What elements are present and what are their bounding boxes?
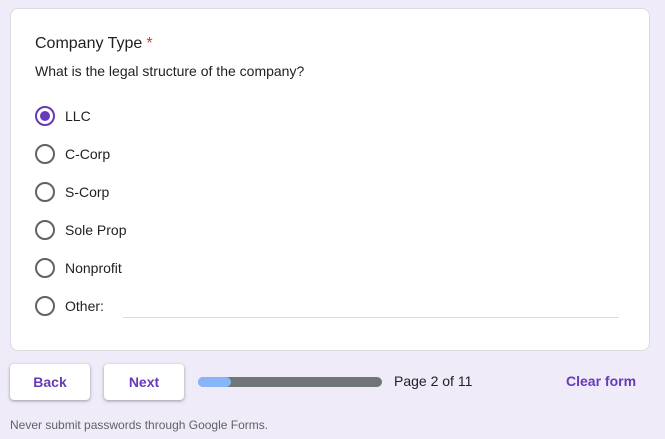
option-label: Other:: [65, 298, 104, 314]
progress-bar: [198, 377, 382, 387]
question-card: Company Type * What is the legal structur…: [10, 8, 650, 351]
radio-other[interactable]: [35, 296, 55, 316]
clear-form-button[interactable]: Clear form: [566, 373, 636, 389]
question-title-text: Company Type: [35, 35, 143, 52]
radio-llc[interactable]: [35, 106, 55, 126]
radio-s-corp[interactable]: [35, 182, 55, 202]
radio-selected-dot: [40, 111, 50, 121]
option-label: S-Corp: [65, 184, 110, 200]
option-label: Nonprofit: [65, 260, 122, 276]
option-llc[interactable]: LLC: [35, 104, 91, 128]
next-button[interactable]: Next: [104, 364, 184, 400]
option-nonprofit[interactable]: Nonprofit: [35, 256, 122, 280]
other-text-input[interactable]: [123, 317, 619, 318]
option-s-corp[interactable]: S-Corp: [35, 180, 109, 204]
question-description: What is the legal structure of the compa…: [35, 63, 305, 79]
option-label: Sole Prop: [65, 222, 127, 238]
option-other[interactable]: Other:: [35, 294, 104, 318]
option-label: C-Corp: [65, 146, 111, 162]
page-indicator: Page 2 of 11: [394, 373, 473, 389]
radio-nonprofit[interactable]: [35, 258, 55, 278]
required-asterisk: *: [146, 35, 153, 52]
radio-sole-prop[interactable]: [35, 220, 55, 240]
option-sole-prop[interactable]: Sole Prop: [35, 218, 126, 242]
radio-c-corp[interactable]: [35, 144, 55, 164]
progress-bar-fill: [198, 377, 232, 387]
footer-warning: Never submit passwords through Google Fo…: [10, 418, 269, 432]
option-label: LLC: [65, 108, 91, 124]
back-button[interactable]: Back: [10, 364, 90, 400]
question-title: Company Type *: [35, 35, 153, 53]
option-c-corp[interactable]: C-Corp: [35, 142, 110, 166]
